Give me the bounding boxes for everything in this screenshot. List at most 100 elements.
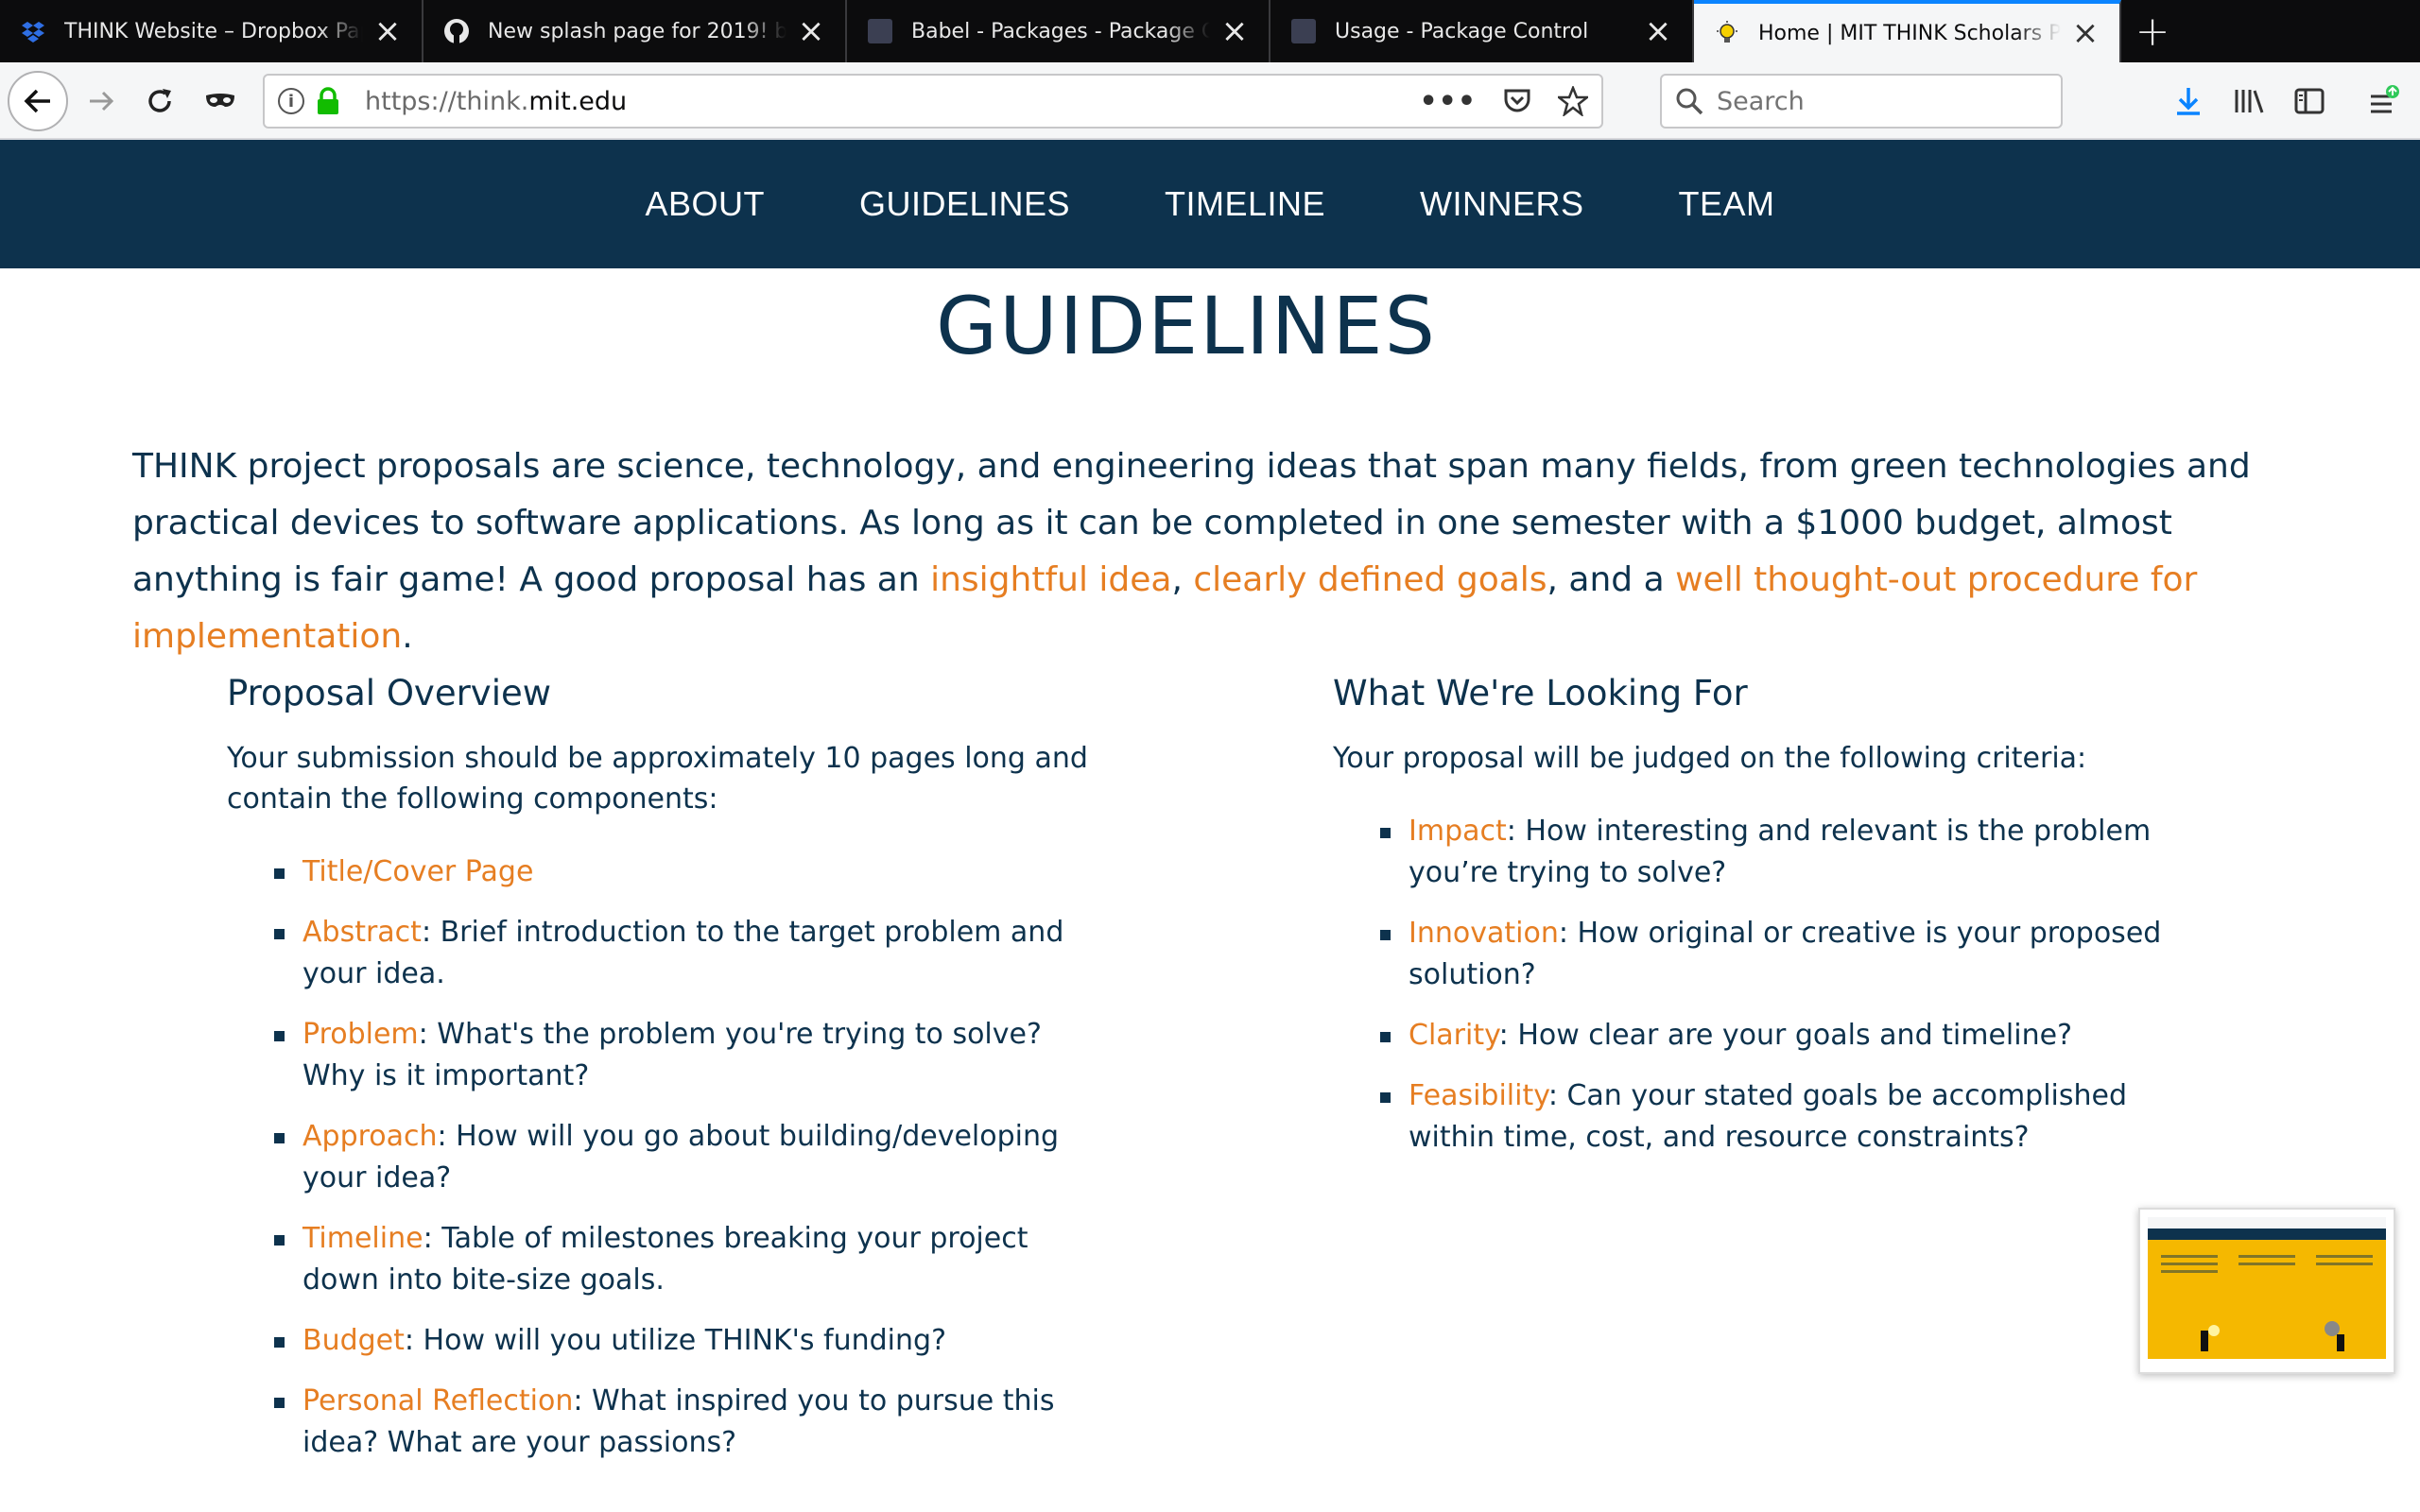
reload-icon	[148, 89, 171, 112]
nav-link-team[interactable]: TEAM	[1632, 184, 1823, 224]
page-title: GUIDELINES	[936, 280, 1437, 372]
browser-tab[interactable]: Babel - Packages - Package Co ×	[847, 0, 1270, 62]
components-list: Title/Cover Page Abstract: Brief introdu…	[227, 851, 1097, 1464]
pocket-icon[interactable]	[1503, 87, 1531, 115]
close-icon[interactable]: ×	[2070, 14, 2100, 52]
browser-tab[interactable]: Usage - Package Control ×	[1270, 0, 1694, 62]
forward-button[interactable]	[74, 74, 129, 129]
tab-title: THINK Website – Dropbox Paper	[64, 19, 363, 43]
intro-end: .	[402, 617, 413, 656]
browser-toolbar: i https://think.mit.edu ••• Search	[0, 62, 2420, 140]
search-placeholder: Search	[1717, 86, 1805, 116]
new-tab-button[interactable]: +	[2121, 0, 2184, 62]
tab-title: Usage - Package Control	[1335, 19, 1589, 43]
screenshot-thumbnail[interactable]	[2138, 1208, 2395, 1374]
tab-title: Babel - Packages - Package Co	[911, 19, 1210, 43]
dropbox-icon	[19, 17, 47, 45]
sidebar-button[interactable]	[2282, 74, 2337, 129]
lock-icon[interactable]	[316, 87, 340, 115]
plus-icon: +	[2135, 7, 2170, 56]
criteria-list: Impact: How interesting and relevant is …	[1333, 811, 2203, 1159]
tab-title: New splash page for 2019! by A	[488, 19, 786, 43]
proposal-overview-section: Proposal Overview Your submission should…	[227, 673, 1097, 1483]
list-item-term: Timeline	[302, 1222, 424, 1255]
list-item-desc: : How interesting and relevant is the pr…	[1409, 815, 2152, 889]
highlight-insightful-idea: insightful idea	[930, 560, 1172, 599]
list-item: Abstract: Brief introduction to the targ…	[274, 912, 1097, 995]
list-item: Title/Cover Page	[274, 851, 1097, 893]
page-actions-icon[interactable]: •••	[1419, 85, 1477, 118]
tab-strip: THINK Website – Dropbox Paper × New spla…	[0, 0, 2420, 62]
download-icon	[2177, 88, 2200, 115]
list-item: Budget: How will you utilize THINK's fun…	[274, 1320, 1097, 1362]
package-icon	[1289, 17, 1318, 45]
url-domain: mit.edu	[528, 86, 628, 116]
list-item-term: Feasibility	[1409, 1079, 1548, 1112]
list-item: Clarity: How clear are your goals and ti…	[1380, 1015, 2203, 1057]
package-icon	[866, 17, 894, 45]
criteria-section: What We're Looking For Your proposal wil…	[1333, 673, 2203, 1177]
url-prefix: https://think.	[365, 86, 529, 116]
search-icon	[1676, 88, 1703, 115]
hamburger-menu-icon	[2371, 85, 2399, 113]
list-item: Impact: How interesting and relevant is …	[1380, 811, 2203, 894]
list-item-term: Problem	[302, 1018, 419, 1051]
intro-separator: ,	[1171, 560, 1194, 599]
list-item: Innovation: How original or creative is …	[1380, 913, 2203, 996]
list-item-term: Personal Reflection	[302, 1384, 574, 1418]
library-icon	[2235, 90, 2264, 113]
list-item-term: Abstract	[302, 916, 422, 949]
list-item: Problem: What's the problem you're tryin…	[274, 1014, 1097, 1097]
bookmark-star-icon[interactable]	[1558, 86, 1588, 116]
tracking-mask-icon[interactable]	[193, 74, 248, 129]
thumbnail-site-nav	[2148, 1228, 2386, 1240]
search-bar[interactable]: Search	[1660, 74, 2063, 129]
browser-tab[interactable]: New splash page for 2019! by A ×	[424, 0, 847, 62]
list-item: Personal Reflection: What inspired you t…	[274, 1381, 1097, 1464]
tab-title: Home | MIT THINK Scholars Pro	[1758, 21, 2061, 45]
library-button[interactable]	[2221, 74, 2276, 129]
nav-link-timeline[interactable]: TIMELINE	[1117, 184, 1373, 224]
info-icon[interactable]: i	[278, 88, 304, 114]
site-nav: ABOUT GUIDELINES TIMELINE WINNERS TEAM	[0, 140, 2420, 268]
url-bar[interactable]: i https://think.mit.edu •••	[263, 74, 1603, 129]
thumbnail-browser-bar	[2148, 1217, 2386, 1228]
list-item: Approach: How will you go about building…	[274, 1116, 1097, 1199]
list-item-desc: : How will you utilize THINK's funding?	[404, 1324, 946, 1357]
list-item: Feasibility: Can your stated goals be ac…	[1380, 1075, 2203, 1159]
arrow-right-icon	[90, 91, 114, 112]
intro-paragraph: THINK project proposals are science, tec…	[132, 438, 2307, 665]
sidebar-icon	[2294, 88, 2325, 114]
url-text[interactable]: https://think.mit.edu	[365, 87, 1419, 116]
browser-tab[interactable]: THINK Website – Dropbox Paper ×	[0, 0, 424, 62]
list-item-term: Approach	[302, 1120, 438, 1153]
nav-link-winners[interactable]: WINNERS	[1373, 184, 1632, 224]
arrow-left-icon	[24, 89, 50, 113]
close-icon[interactable]: ×	[1643, 12, 1673, 50]
close-icon[interactable]: ×	[372, 12, 403, 50]
nav-link-about[interactable]: ABOUT	[597, 184, 812, 224]
back-button[interactable]	[8, 71, 68, 131]
list-item-term: Innovation	[1409, 917, 1559, 950]
list-item-term: Impact	[1409, 815, 1507, 848]
proposal-overview-heading: Proposal Overview	[227, 673, 552, 713]
github-icon	[442, 17, 471, 45]
reload-button[interactable]	[132, 74, 187, 129]
list-item-term: Clarity	[1409, 1019, 1499, 1052]
thumbnail-page-preview	[2148, 1240, 2386, 1359]
close-icon[interactable]: ×	[796, 12, 826, 50]
browser-tab-active[interactable]: Home | MIT THINK Scholars Pro ×	[1694, 0, 2121, 62]
proposal-overview-lead: Your submission should be approximately …	[227, 742, 1088, 816]
criteria-lead: Your proposal will be judged on the foll…	[1333, 742, 2087, 775]
thumbnail-illustration	[2161, 1255, 2373, 1351]
close-icon[interactable]: ×	[1219, 12, 1250, 50]
nav-link-guidelines[interactable]: GUIDELINES	[812, 184, 1117, 224]
lightbulb-icon	[1713, 19, 1741, 47]
intro-separator: , and a	[1547, 560, 1676, 599]
highlight-clearly-defined-goals: clearly defined goals	[1193, 560, 1547, 599]
criteria-heading: What We're Looking For	[1333, 673, 1748, 713]
list-item-term: Budget	[302, 1324, 405, 1357]
list-item-desc: : How clear are your goals and timeline?	[1498, 1019, 2072, 1052]
download-button[interactable]	[2161, 74, 2216, 129]
menu-button[interactable]	[2356, 74, 2411, 129]
